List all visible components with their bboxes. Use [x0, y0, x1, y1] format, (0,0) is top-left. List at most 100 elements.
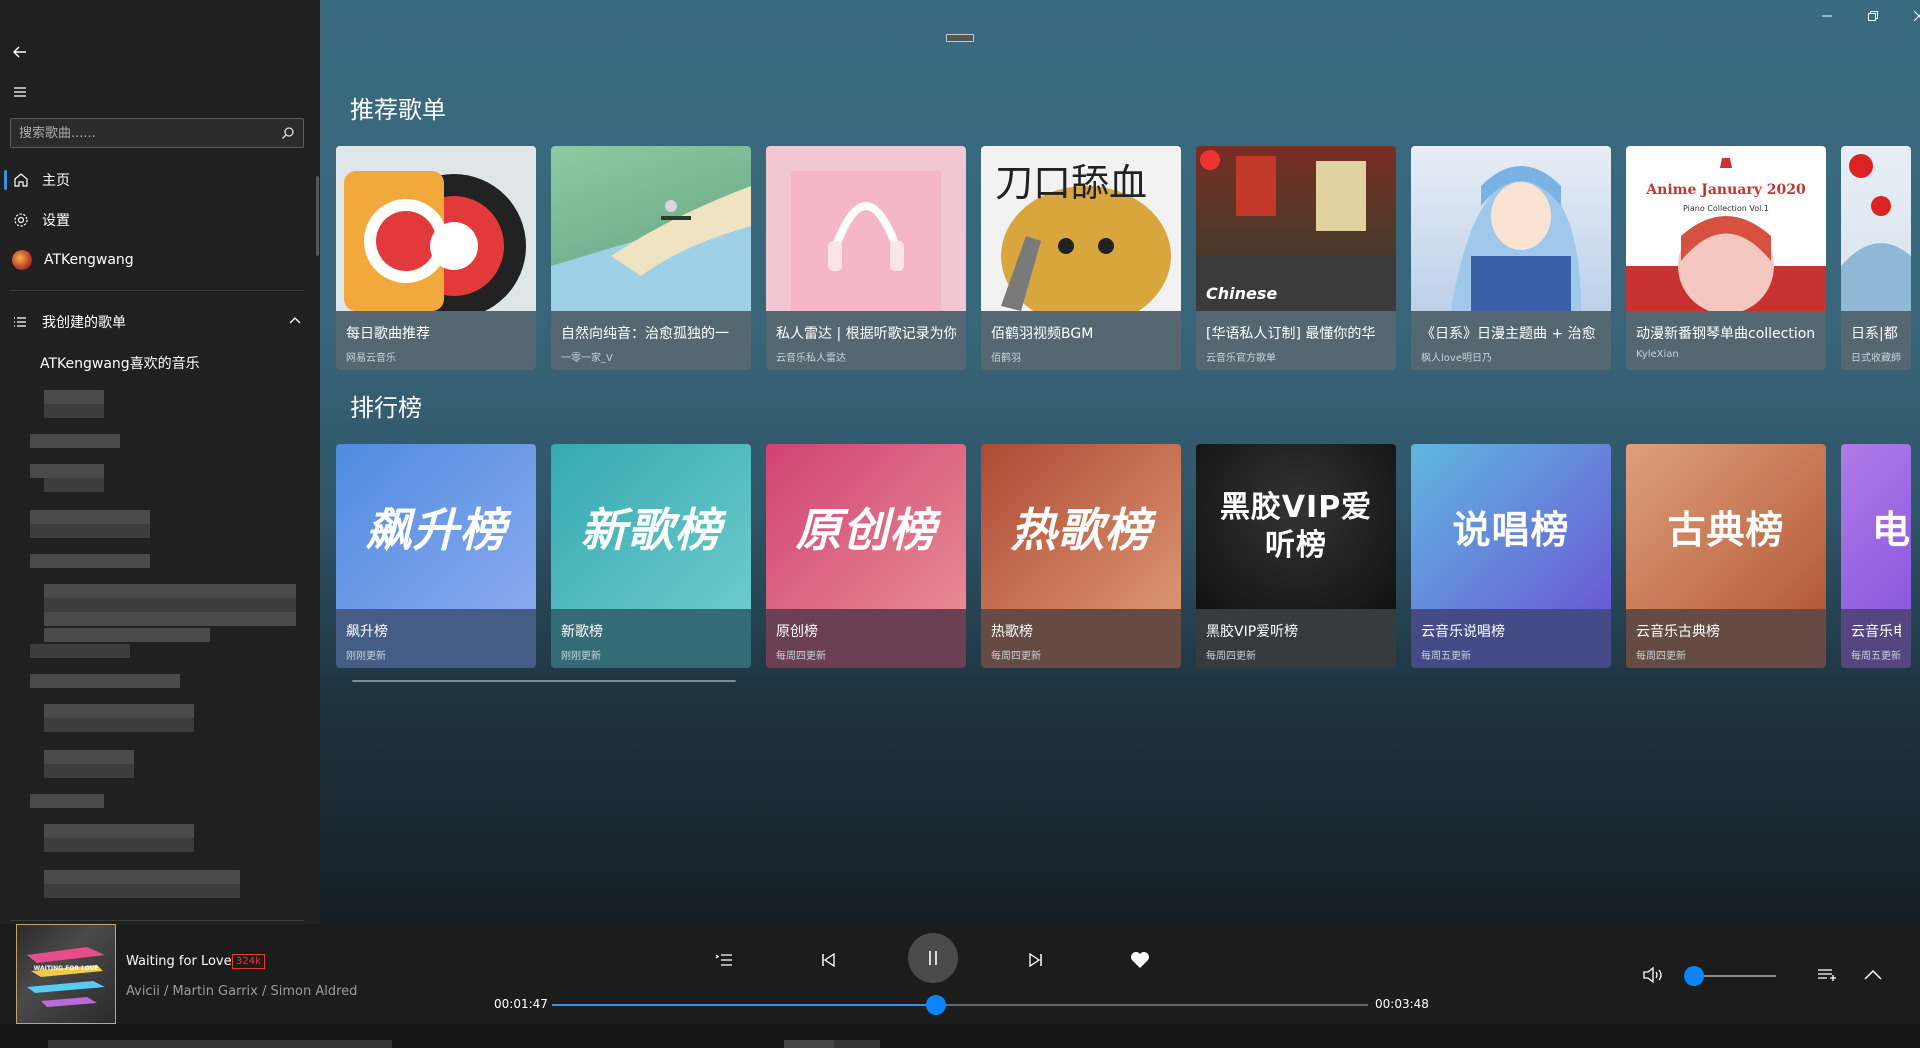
restore-button[interactable]: [1850, 6, 1896, 26]
close-button[interactable]: [1896, 6, 1920, 26]
taskbar-item[interactable]: [834, 1040, 880, 1048]
previous-button[interactable]: [816, 948, 840, 972]
playlist-card[interactable]: 刀口舔血 佰鹤羽视频BGM 佰鹤羽: [981, 146, 1181, 370]
pause-button[interactable]: [908, 933, 958, 983]
playlist-cover: Anime January 2020 Piano Collection Vol.…: [1626, 146, 1826, 314]
player-bar: [0, 924, 1920, 1024]
chart-card[interactable]: 原创榜 原创榜 每周四更新: [766, 444, 966, 668]
nav-item-label: 设置: [42, 213, 70, 229]
search-icon[interactable]: [281, 126, 295, 140]
home-icon: [12, 171, 30, 189]
card-title: 《日系》日漫主题曲 + 治愈: [1421, 326, 1596, 342]
card-subtitle: 每周四更新: [1636, 651, 1686, 662]
card-subtitle: 每周四更新: [776, 651, 826, 662]
queue-button[interactable]: [1814, 962, 1840, 988]
cover-text: WAITING FOR LOVE: [33, 965, 99, 972]
playlist-card[interactable]: 自然向纯音：治愈孤独的一一零一家_V: [551, 146, 751, 370]
quality-badge: 324k: [232, 954, 265, 969]
back-arrow-icon: [12, 46, 26, 58]
volume-icon: [1643, 966, 1662, 984]
nav-item-account[interactable]: ATKengwang: [0, 242, 320, 278]
card-title: 热歌榜: [991, 624, 1033, 640]
taskbar-item[interactable]: [784, 1040, 834, 1048]
drag-handle[interactable]: [946, 34, 974, 42]
minimize-button[interactable]: [1804, 6, 1850, 26]
chart-card[interactable]: 电 云音乐电 每周五更新: [1841, 444, 1911, 668]
chart-cover-text: 原创榜: [795, 502, 937, 557]
playlist-card[interactable]: Anime January 2020 Piano Collection Vol.…: [1626, 146, 1826, 370]
playlist-card[interactable]: 日系|都 日式收藏師: [1841, 146, 1911, 370]
sidebar-scrollbar[interactable]: [316, 176, 319, 256]
chart-card[interactable]: 黑胶VIP爱听榜 黑胶VIP爱听榜每周四更新: [1196, 444, 1396, 668]
playlist-cover: [551, 146, 751, 311]
main-content: 推荐歌单 每日歌曲推荐 网易云音乐 自然向纯音：治愈孤独的一 一零一家_V 私人…: [320, 0, 1920, 924]
card-subtitle: KyleXian: [1636, 349, 1679, 360]
charts-title: 排行榜: [350, 394, 422, 422]
chart-card[interactable]: 古典榜 云音乐古典榜 每周四更新: [1626, 444, 1826, 668]
playlist-cover: 刀口舔血: [981, 146, 1181, 326]
card-subtitle: 云音乐官方歌单: [1206, 353, 1276, 364]
playlist-card[interactable]: 私人雷达 | 根据听歌记录为你 云音乐私人雷达: [766, 146, 966, 370]
card-title: 动漫新番钢琴单曲collection: [1636, 326, 1816, 342]
card-title: 飙升榜: [346, 624, 388, 640]
nav-item-label: ATKengwang: [44, 252, 134, 268]
card-subtitle: 每周四更新: [1206, 651, 1256, 662]
recommended-title: 推荐歌单: [350, 96, 446, 124]
card-subtitle: 刚刚更新: [561, 651, 601, 662]
playlist-item-favorites[interactable]: ATKengwang喜欢的音乐: [40, 353, 200, 373]
minimize-icon: [1822, 15, 1832, 17]
playlist-cover: [1411, 146, 1611, 311]
horizontal-scrollbar[interactable]: [352, 680, 736, 682]
cover-text: Chinese: [1206, 284, 1278, 303]
card-title: 黑胶VIP爱听榜: [1206, 624, 1299, 640]
chart-card[interactable]: 说唱榜 云音乐说唱榜 每周五更新: [1411, 444, 1611, 668]
chart-card[interactable]: 飙升榜 飙升榜 刚刚更新: [336, 444, 536, 668]
close-icon: [1914, 11, 1920, 21]
playlist-card[interactable]: 每日歌曲推荐 网易云音乐: [336, 146, 536, 370]
pause-icon: [929, 951, 937, 965]
created-playlists-header[interactable]: 我创建的歌单: [0, 304, 320, 340]
card-title: 自然向纯音：治愈孤独的一: [561, 326, 729, 342]
chevron-up-icon[interactable]: [288, 314, 302, 332]
progress-thumb[interactable]: [925, 995, 946, 1015]
chart-cover: 新歌榜: [551, 444, 751, 609]
cover-text: Anime January 2020: [1646, 182, 1806, 198]
current-time: 00:01:47: [494, 997, 548, 1011]
playlist-card[interactable]: 《日系》日漫主题曲 + 治愈 枫人love明日乃: [1411, 146, 1611, 370]
nav-item-settings[interactable]: 设置: [0, 202, 320, 238]
total-time: 00:03:48: [1375, 997, 1429, 1011]
expand-player-button[interactable]: [1860, 962, 1886, 988]
card-title: 云音乐电: [1851, 624, 1901, 640]
chart-cover: 热歌榜: [981, 444, 1181, 609]
chart-cover-text: 黑胶VIP爱听榜: [1219, 490, 1373, 563]
chart-cover: 黑胶VIP爱听榜: [1196, 444, 1396, 609]
chart-card[interactable]: 新歌榜 新歌榜 刚刚更新: [551, 444, 751, 668]
next-button[interactable]: [1024, 948, 1048, 972]
card-title: 日系|都: [1851, 326, 1898, 342]
like-button[interactable]: [1128, 948, 1152, 972]
volume-thumb[interactable]: [1684, 966, 1704, 986]
card-subtitle: 每周五更新: [1421, 651, 1471, 662]
card-subtitle: 云音乐私人雷达: [776, 353, 846, 364]
card-subtitle: 每周五更新: [1851, 651, 1901, 662]
chart-cover: 原创榜: [766, 444, 966, 609]
volume-slider[interactable]: [1684, 966, 1776, 986]
playlist-cover: [766, 146, 966, 311]
progress-bar[interactable]: [552, 995, 1368, 1015]
nav-item-home[interactable]: 主页: [0, 162, 320, 198]
queue-icon: [1818, 969, 1836, 981]
back-button[interactable]: [8, 40, 32, 64]
divider: [10, 290, 304, 291]
now-playing-cover[interactable]: WAITING FOR LOVE: [16, 924, 116, 1024]
menu-button[interactable]: [8, 80, 32, 104]
chart-card[interactable]: 热歌榜 热歌榜 每周四更新: [981, 444, 1181, 668]
search-box[interactable]: [10, 118, 304, 148]
playlist-mode-button[interactable]: [712, 948, 736, 972]
card-subtitle: 一零一家_V: [561, 353, 613, 364]
playlist-card[interactable]: Chinese [华语私人订制] 最懂你的华 云音乐官方歌单: [1196, 146, 1396, 370]
chart-cover-text: 说唱榜: [1452, 508, 1570, 552]
volume-button[interactable]: [1640, 962, 1666, 988]
avatar: [12, 250, 32, 270]
taskbar-item[interactable]: [48, 1040, 392, 1048]
search-input[interactable]: [19, 125, 281, 141]
